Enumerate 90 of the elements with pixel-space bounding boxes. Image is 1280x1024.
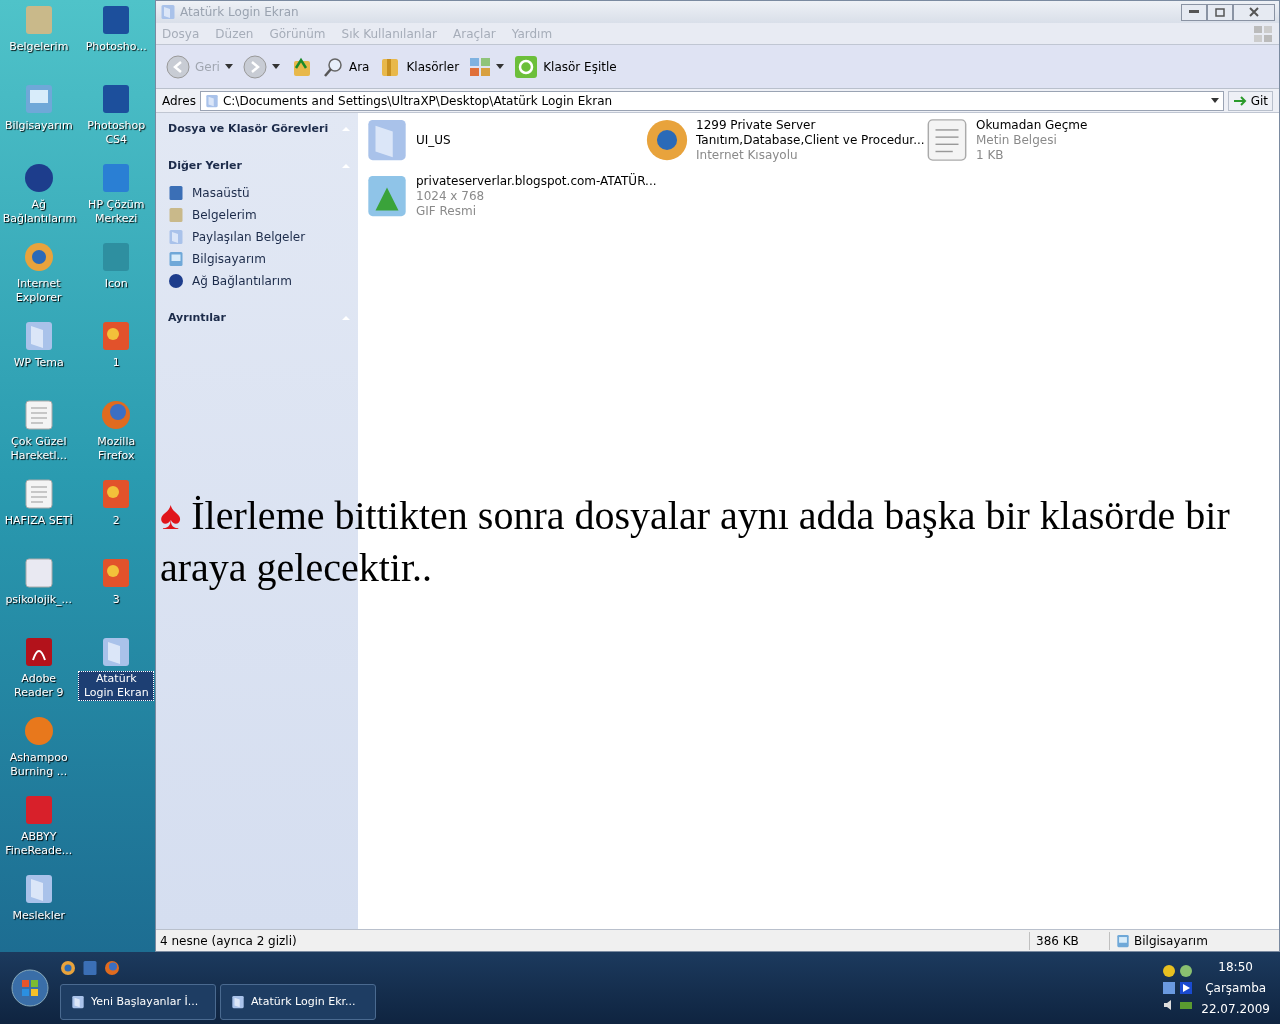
desktop-icon-label[interactable]: HP Çözüm Merkezi bbox=[78, 197, 155, 227]
chevron-icon bbox=[342, 127, 350, 132]
task-pane-link[interactable]: Paylaşılan Belgeler bbox=[192, 228, 306, 246]
desktop-icon-label[interactable]: 1 bbox=[110, 355, 122, 371]
address-label: Adres bbox=[162, 92, 196, 110]
desktop-icon-label[interactable]: Mozilla Firefox bbox=[78, 434, 155, 464]
firefox-icon bbox=[104, 960, 120, 976]
task-pane-link[interactable]: Masaüstü bbox=[192, 184, 250, 202]
annotation-text: ♠ İlerleme bittikten sonra dosyalar aynı adda başka bir klasörde bir araya gelecektir.. bbox=[160, 493, 1230, 590]
text-icon bbox=[22, 399, 55, 431]
minimize-icon bbox=[1189, 10, 1199, 14]
file-name[interactable]: 1299 Private Server bbox=[696, 117, 925, 133]
text-icon bbox=[22, 478, 55, 510]
task-pane-heading[interactable]: Dosya ve Klasör Görevleri bbox=[168, 121, 329, 138]
sync-icon bbox=[514, 54, 539, 79]
status-size: 386 KB bbox=[1029, 931, 1109, 950]
desktop-icon-label[interactable]: Ağ Bağlantılarım bbox=[0, 197, 77, 227]
clock-day: Çarşamba bbox=[1205, 977, 1267, 999]
file-detail: Internet Kısayolu bbox=[696, 147, 799, 163]
file-name[interactable]: UI_US bbox=[416, 132, 451, 148]
views-icon bbox=[469, 56, 492, 77]
desktop-icon-label[interactable]: Adobe Reader 9 bbox=[0, 671, 77, 701]
search-icon bbox=[321, 55, 344, 78]
file-detail: Tanıtım,Database,Client ve Procedur... bbox=[696, 132, 925, 148]
file-detail: GIF Resmi bbox=[416, 203, 477, 219]
chevron-icon bbox=[342, 163, 350, 168]
maximize-button[interactable] bbox=[1207, 3, 1233, 21]
folder-icon bbox=[71, 995, 85, 1009]
task-pane-heading[interactable]: Diğer Yerler bbox=[168, 157, 242, 174]
file-detail: 1024 x 768 bbox=[416, 188, 486, 204]
desktop-icon-label[interactable]: Photoshop CS4 bbox=[78, 118, 155, 148]
desktop-icon-label[interactable]: Icon bbox=[102, 276, 130, 292]
folder-icon bbox=[160, 4, 176, 20]
computer-icon bbox=[168, 251, 184, 267]
folder-icon bbox=[204, 93, 219, 108]
go-button[interactable]: Git bbox=[1227, 90, 1273, 111]
status-text: 4 nesne (ayrıca 2 gizli) bbox=[159, 932, 298, 950]
views-button[interactable] bbox=[469, 56, 505, 77]
folder-icon bbox=[231, 995, 245, 1009]
desktop-icon-label[interactable]: Internet Explorer bbox=[0, 276, 77, 306]
close-button[interactable] bbox=[1233, 3, 1275, 21]
tray-icon[interactable] bbox=[1179, 964, 1194, 978]
clock-time[interactable]: 18:50 bbox=[1218, 956, 1253, 978]
task-pane-link[interactable]: Ağ Bağlantılarım bbox=[192, 272, 292, 290]
desktop-icon-label[interactable]: Ashampoo Burning ... bbox=[0, 750, 77, 780]
address-field[interactable]: C:\Documents and Settings\UltraXP\Desktop\Atatürk Login Ekran bbox=[199, 90, 1224, 111]
sync-button[interactable]: Klasör Eşitle bbox=[514, 54, 617, 79]
desktop-icon-label[interactable]: 2 bbox=[110, 513, 122, 529]
desktop-icon-label[interactable]: psikolojik_... bbox=[3, 592, 75, 608]
task-pane-link[interactable]: Belgelerim bbox=[192, 206, 257, 224]
caret-icon bbox=[496, 64, 505, 69]
maximize-icon bbox=[1215, 7, 1225, 17]
caret-icon bbox=[1210, 98, 1219, 103]
clock-date: 22.07.2009 bbox=[1201, 1000, 1270, 1018]
folder-icon bbox=[168, 229, 184, 245]
search-button[interactable]: Ara bbox=[321, 55, 370, 78]
ie-icon bbox=[22, 241, 55, 273]
caret-icon bbox=[271, 64, 280, 69]
folders-button[interactable]: Klasörler bbox=[379, 55, 460, 78]
task-pane-link[interactable]: Bilgisayarım bbox=[192, 250, 266, 268]
taskbar-button[interactable]: Yeni Başlayanlar İ... bbox=[60, 984, 216, 1020]
firefox-icon bbox=[100, 399, 133, 431]
arrow-right-icon bbox=[1232, 94, 1247, 107]
desktop-icon-label[interactable]: ABBYY FineReade... bbox=[0, 829, 77, 859]
task-pane-heading[interactable]: Ayrıntılar bbox=[168, 310, 226, 327]
desktop-icon-label[interactable]: Çok Güzel Hareketl... bbox=[0, 434, 77, 464]
file-detail: Metin Belgesi bbox=[976, 132, 1058, 148]
desktop-icon-label[interactable]: Meslekler bbox=[10, 908, 67, 924]
ie-icon bbox=[644, 117, 690, 163]
file-detail: 1 KB bbox=[976, 147, 1005, 163]
tray-icon[interactable] bbox=[1162, 964, 1177, 978]
ie-icon bbox=[60, 960, 76, 976]
desktop-icon-label[interactable]: HAFIZA SETİ bbox=[2, 513, 75, 529]
chevron-icon bbox=[342, 316, 350, 321]
file-name[interactable]: privateserverlar.blogspot.com-ATATÜR... bbox=[416, 173, 657, 189]
desktop-icon-label[interactable]: Bilgisayarım bbox=[2, 118, 75, 134]
file-name[interactable]: Okumadan Geçme bbox=[976, 117, 1088, 133]
tray-icon[interactable] bbox=[1179, 981, 1194, 995]
desktop-icon-label[interactable]: 3 bbox=[110, 592, 122, 608]
status-zone: Bilgisayarım bbox=[1134, 932, 1208, 950]
window-title: Atatürk Login Ekran bbox=[180, 4, 299, 21]
forward-button[interactable] bbox=[242, 54, 280, 79]
desktop-icon-label[interactable]: Atatürk Login Ekran bbox=[78, 671, 155, 701]
close-icon bbox=[1249, 7, 1259, 17]
start-button-icon[interactable] bbox=[10, 968, 50, 1008]
minimize-button[interactable] bbox=[1181, 3, 1207, 21]
desktop-icon-label[interactable]: WP Tema bbox=[11, 355, 66, 371]
computer-icon bbox=[1116, 933, 1130, 948]
caret-icon bbox=[224, 64, 233, 69]
taskbar-button[interactable]: Atatürk Login Ekr... bbox=[220, 984, 376, 1020]
